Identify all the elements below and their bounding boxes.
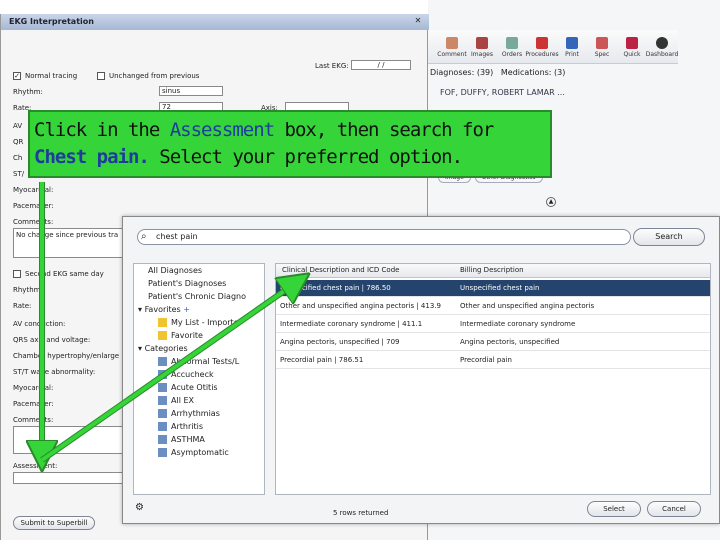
chest-pain-highlight: Chest pain. (34, 146, 150, 168)
annotation-arrows (0, 182, 720, 540)
assessment-highlight: Assessment (169, 119, 275, 141)
instruction-callout: Click in the Assessment box, then search… (28, 110, 552, 178)
